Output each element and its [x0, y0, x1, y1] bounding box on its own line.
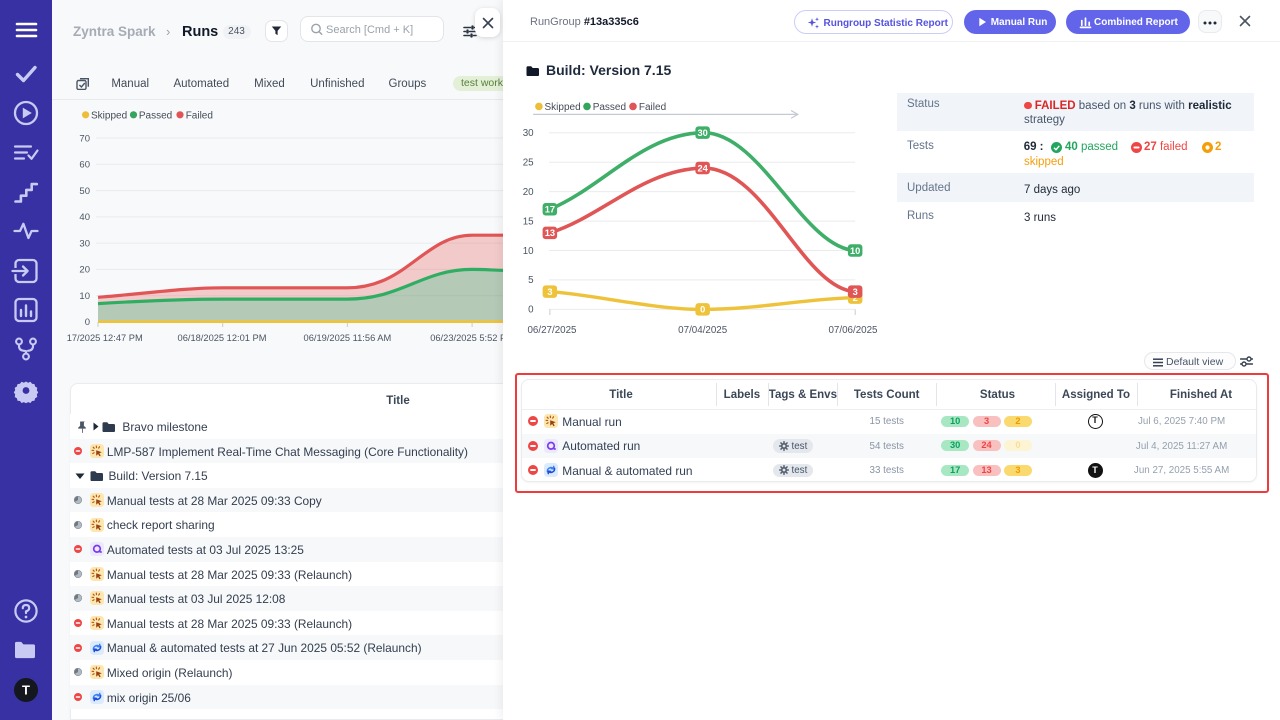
svg-text:10: 10 [79, 291, 90, 302]
svg-text:15: 15 [523, 216, 534, 227]
svg-text:07/06/2025: 07/06/2025 [828, 325, 878, 336]
svg-text:0: 0 [85, 317, 90, 328]
svg-text:Failed: Failed [186, 110, 213, 121]
svg-text:10: 10 [850, 246, 860, 256]
svg-text:3: 3 [547, 287, 552, 297]
svg-text:24: 24 [698, 163, 709, 173]
svg-text:T: T [22, 683, 30, 698]
svg-text:30: 30 [79, 238, 90, 249]
svg-text:70: 70 [79, 133, 90, 144]
svg-text:0: 0 [528, 305, 534, 316]
svg-text:17: 17 [545, 205, 555, 215]
svg-text:40: 40 [79, 212, 90, 223]
svg-text:30: 30 [523, 128, 534, 139]
svg-text:Passed: Passed [139, 110, 172, 121]
svg-text:25: 25 [523, 158, 534, 169]
svg-text:06/27/2025: 06/27/2025 [527, 325, 577, 336]
svg-text:10: 10 [523, 246, 534, 257]
svg-text:06/23/2025 5:52 PM: 06/23/2025 5:52 PM [430, 333, 503, 343]
svg-text:06/19/2025 11:56 AM: 06/19/2025 11:56 AM [304, 333, 392, 343]
svg-text:13: 13 [545, 228, 555, 238]
svg-text:07/04/2025: 07/04/2025 [678, 325, 728, 336]
svg-text:20: 20 [523, 187, 534, 198]
svg-text:30: 30 [698, 128, 708, 138]
svg-text:Passed: Passed [593, 102, 626, 113]
svg-text:3: 3 [853, 287, 858, 297]
svg-text:Skipped: Skipped [91, 110, 127, 121]
svg-text:5: 5 [528, 275, 534, 286]
svg-text:06/18/2025 12:01 PM: 06/18/2025 12:01 PM [178, 333, 267, 343]
svg-text:Skipped: Skipped [545, 102, 581, 113]
svg-text:20: 20 [79, 265, 90, 276]
svg-text:0: 0 [700, 305, 705, 315]
svg-text:60: 60 [79, 160, 90, 171]
svg-text:Failed: Failed [639, 102, 666, 113]
svg-text:17/2025 12:47 PM: 17/2025 12:47 PM [67, 333, 143, 343]
svg-text:50: 50 [79, 186, 90, 197]
